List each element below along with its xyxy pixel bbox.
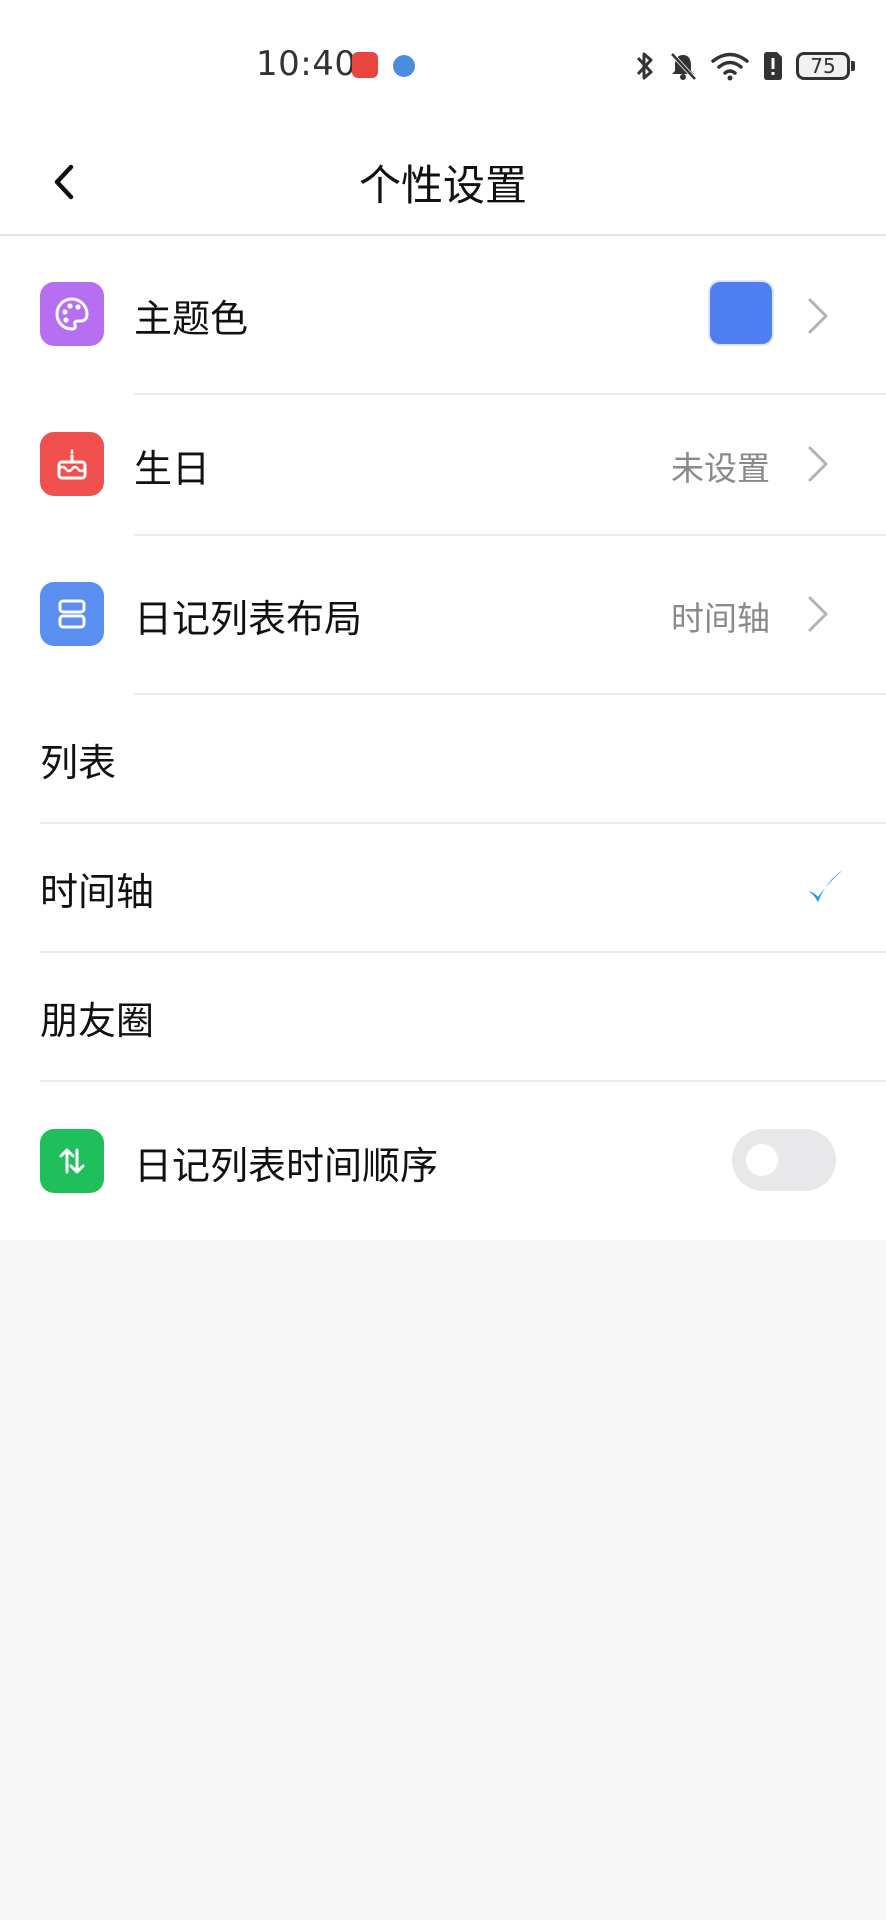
layout-option-timeline[interactable]: 时间轴 xyxy=(0,823,886,951)
cake-icon xyxy=(40,432,104,496)
toggle-knob xyxy=(746,1144,778,1176)
browser-notification-icon xyxy=(393,55,415,77)
palette-icon xyxy=(40,282,104,346)
diary-layout-label: 日记列表布局 xyxy=(134,597,363,641)
theme-color-label: 主题色 xyxy=(134,297,249,341)
app-store-notification-icon xyxy=(352,52,378,78)
navigation-header: 个性设置 xyxy=(0,130,886,236)
mute-bell-icon xyxy=(670,52,697,81)
diary-layout-row[interactable]: 日记列表布局 时间轴 xyxy=(0,535,886,693)
settings-list: 主题色 生日 未设置 日记列表布局 时间轴 列表 时间轴 朋友圈 日记列表时间顺… xyxy=(0,236,886,1240)
chevron-right-icon xyxy=(808,446,828,482)
diary-order-label: 日记列表时间顺序 xyxy=(134,1144,439,1188)
theme-color-swatch[interactable] xyxy=(710,282,772,344)
diary-layout-value: 时间轴 xyxy=(671,599,770,638)
status-indicators: 75 xyxy=(634,50,855,82)
bluetooth-icon xyxy=(636,52,653,80)
chevron-right-icon xyxy=(808,298,828,334)
birthday-row[interactable]: 生日 未设置 xyxy=(0,394,886,534)
checkmark-icon xyxy=(808,870,843,902)
status-time: 10:40 xyxy=(256,44,357,84)
layout-option-list[interactable]: 列表 xyxy=(0,694,886,822)
layout-option-label: 时间轴 xyxy=(40,870,155,914)
layout-icon xyxy=(40,582,104,646)
layout-option-label: 朋友圈 xyxy=(40,999,155,1043)
page-title: 个性设置 xyxy=(358,161,527,210)
diary-order-row[interactable]: 日记列表时间顺序 xyxy=(0,1081,886,1240)
layout-option-label: 列表 xyxy=(40,741,117,785)
birthday-label: 生日 xyxy=(134,447,211,491)
birthday-value: 未设置 xyxy=(671,449,770,488)
layout-option-moments[interactable]: 朋友圈 xyxy=(0,952,886,1080)
theme-color-row[interactable]: 主题色 xyxy=(0,236,886,393)
sim-alert-icon xyxy=(764,52,782,80)
battery-indicator: 75 xyxy=(796,52,855,80)
sort-arrows-icon xyxy=(40,1129,104,1193)
wifi-icon xyxy=(711,52,749,81)
status-bar: 10:40 75 xyxy=(0,0,886,130)
chevron-right-icon xyxy=(808,596,828,632)
diary-order-toggle[interactable] xyxy=(732,1129,836,1191)
